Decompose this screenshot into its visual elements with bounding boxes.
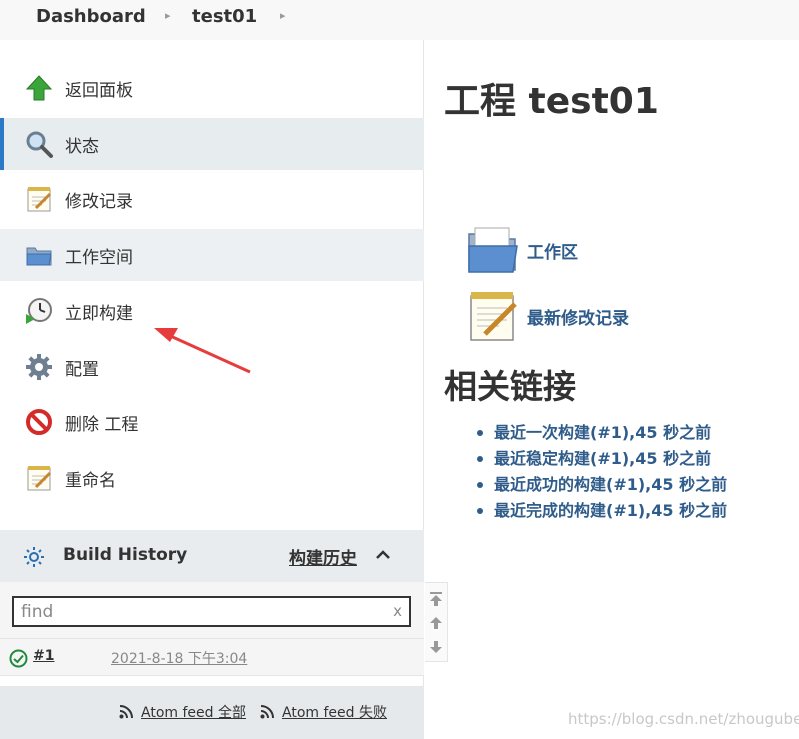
feed-links: Atom feed 全部 Atom feed 失败 [0,686,424,739]
rss-icon [119,705,133,719]
chevron-up-icon[interactable] [374,546,392,564]
sidebar-item-label: 重命名 [65,470,116,491]
sidebar-item-label: 返回面板 [65,80,133,101]
scroll-up-icon[interactable] [429,615,443,631]
sidebar-item-workspace[interactable]: 工作空间 [0,229,424,281]
scroll-down-icon[interactable] [429,639,443,655]
sidebar-item-label: 工作空间 [65,247,133,268]
workspace-link[interactable]: 工作区 [465,222,578,278]
sidebar-item-back-to-dashboard[interactable]: 返回面板 [0,62,424,114]
page-title: 工程 test01 [444,81,659,122]
build-search-input[interactable] [21,601,381,623]
scroll-top-icon[interactable] [429,591,443,607]
search-icon [24,129,54,159]
sidebar-item-status[interactable]: 状态 [0,118,424,170]
up-arrow-icon [24,73,54,103]
clock-icon [24,296,54,326]
build-history-title: Build History [63,545,188,565]
notepad-icon [470,292,517,341]
build-search-box: x [12,596,411,627]
watermark: https://blog.csdn.net/zhougubei [568,710,799,728]
success-check-icon [9,649,28,668]
sun-icon [24,547,44,567]
build-number-link[interactable]: #1 [33,648,54,664]
sidebar-item-label: 状态 [65,136,99,157]
clear-icon[interactable]: x [393,602,402,620]
folder-icon [24,240,54,270]
sidebar-item-label: 配置 [65,359,99,380]
build-row[interactable]: #1 2021-8-18 下午3:04 [0,638,424,676]
sidebar-item-rename[interactable]: 重命名 [0,452,424,504]
last-successful-build-link[interactable]: 最近成功的构建(#1),45 秒之前 [474,472,727,498]
atom-feed-failed-link[interactable]: Atom feed 失败 [260,702,387,722]
chevron-right-icon[interactable]: ▸ [165,9,171,22]
build-time-link[interactable]: 2021-8-18 下午3:04 [111,648,247,668]
notepad-icon [24,184,54,214]
breadcrumb: Dashboard ▸ test01 ▸ [0,0,799,40]
sidebar-item-delete-project[interactable]: 删除 工程 [0,396,424,448]
sidebar-item-label: 立即构建 [65,303,133,324]
build-history-header: Build History 构建历史 [0,530,424,582]
sidebar-item-changes[interactable]: 修改记录 [0,173,424,225]
annotation-arrow [154,328,251,374]
sidebar-item-label: 修改记录 [65,191,133,212]
scroll-controls [425,582,448,662]
breadcrumb-dashboard[interactable]: Dashboard [36,6,146,27]
notepad-icon [24,463,54,493]
gear-icon [24,352,54,382]
last-completed-build-link[interactable]: 最近完成的构建(#1),45 秒之前 [474,498,727,524]
atom-feed-all-link[interactable]: Atom feed 全部 [119,702,246,722]
build-search-area: x [0,582,424,638]
folder-icon [468,227,518,273]
last-build-link[interactable]: 最近一次构建(#1),45 秒之前 [474,420,727,446]
sidebar-item-label: 删除 工程 [65,414,139,435]
last-stable-build-link[interactable]: 最近稳定构建(#1),45 秒之前 [474,446,727,472]
related-links-title: 相关链接 [444,367,576,406]
breadcrumb-project[interactable]: test01 [192,6,257,27]
no-entry-icon [24,407,54,437]
rss-icon [260,705,274,719]
related-links-list: 最近一次构建(#1),45 秒之前 最近稳定构建(#1),45 秒之前 最近成功… [474,420,727,524]
build-history-link[interactable]: 构建历史 [289,544,357,569]
chevron-right-icon[interactable]: ▸ [280,9,286,22]
latest-changes-link[interactable]: 最新修改记录 [465,288,629,344]
